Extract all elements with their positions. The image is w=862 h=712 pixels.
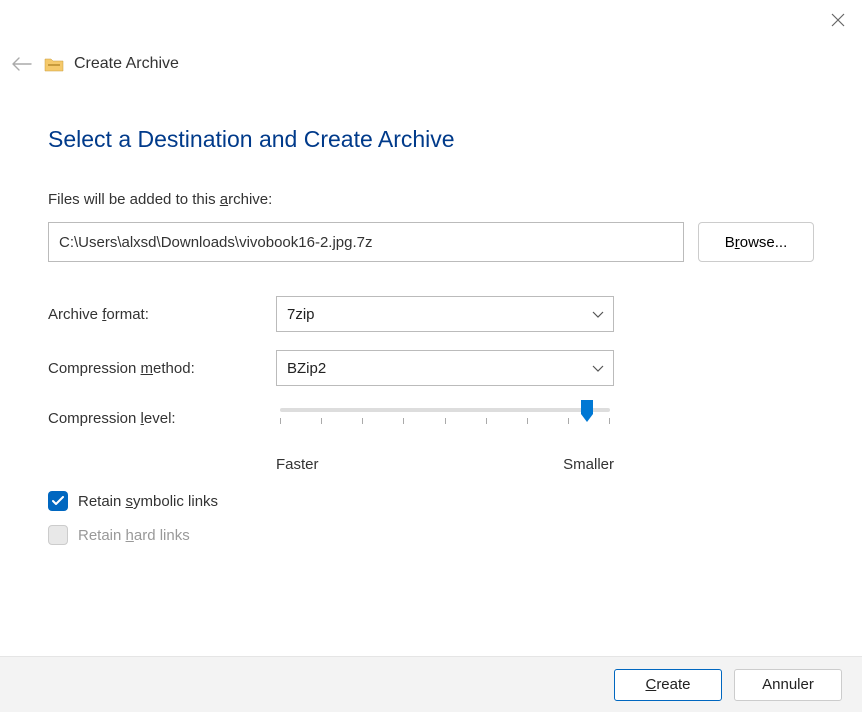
close-icon: [831, 13, 845, 27]
arrow-left-icon: [12, 57, 32, 71]
checkbox-unchecked-icon: [48, 525, 68, 545]
slider-ticks: [280, 418, 610, 426]
retain-symbolic-links-checkbox[interactable]: Retain symbolic links: [48, 491, 814, 511]
retain-symbolic-links-label: Retain symbolic links: [78, 493, 218, 510]
slider-track: [280, 408, 610, 412]
compression-method-row: Compression method: BZip2: [48, 350, 814, 386]
compression-level-label: Compression level:: [48, 404, 276, 427]
create-button[interactable]: Create: [614, 669, 722, 701]
compression-method-label: Compression method:: [48, 360, 276, 377]
retain-hard-links-checkbox: Retain hard links: [48, 525, 814, 545]
header: Create Archive: [0, 0, 862, 92]
compression-level-slider-container: Faster Smaller: [276, 404, 614, 473]
slider-label-smaller: Smaller: [563, 456, 614, 473]
archive-format-label: Archive format:: [48, 306, 276, 323]
archive-format-select[interactable]: 7zip: [276, 296, 614, 332]
slider-labels: Faster Smaller: [276, 456, 614, 473]
checkbox-checked-icon: [48, 491, 68, 511]
compression-method-select[interactable]: BZip2: [276, 350, 614, 386]
content: Select a Destination and Create Archive …: [0, 92, 862, 565]
archive-format-value: 7zip: [287, 306, 315, 323]
page-title: Select a Destination and Create Archive: [48, 126, 814, 153]
header-title: Create Archive: [74, 55, 179, 73]
slider-thumb[interactable]: [579, 400, 595, 422]
compression-level-slider[interactable]: [276, 408, 614, 438]
browse-button[interactable]: Browse...: [698, 222, 814, 262]
retain-hard-links-label: Retain hard links: [78, 527, 190, 544]
cancel-button[interactable]: Annuler: [734, 669, 842, 701]
compression-level-row: Compression level: Faster Smaller: [48, 404, 814, 473]
archive-path-input[interactable]: [48, 222, 684, 262]
archive-path-label: Files will be added to this archive:: [48, 191, 814, 208]
slider-thumb-icon: [579, 400, 595, 422]
close-button[interactable]: [828, 10, 848, 30]
compression-method-value: BZip2: [287, 360, 326, 377]
slider-label-faster: Faster: [276, 456, 319, 473]
archive-folder-icon: [44, 56, 64, 72]
archive-format-row: Archive format: 7zip: [48, 296, 814, 332]
archive-path-row: Browse...: [48, 222, 814, 262]
footer: Create Annuler: [0, 656, 862, 712]
back-button[interactable]: [10, 52, 34, 76]
